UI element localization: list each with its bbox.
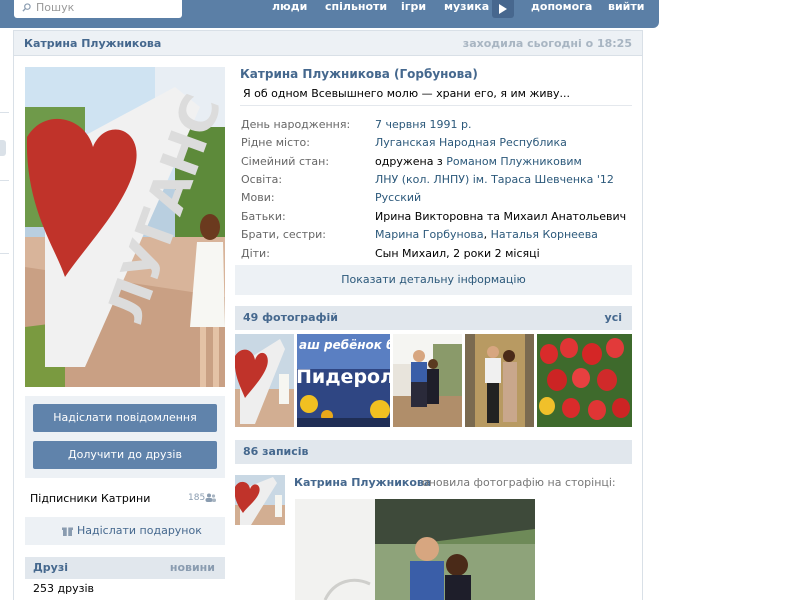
left-edge-tab[interactable] — [0, 140, 6, 156]
profile-header-name[interactable]: Катрина Плужникова — [24, 37, 161, 50]
info-divider — [240, 105, 632, 106]
photo-word: Пидерол — [297, 366, 390, 388]
post-author-avatar[interactable] — [235, 475, 285, 525]
photos-title[interactable]: 49 фотографій — [243, 311, 338, 324]
search-placeholder: Пошук — [36, 1, 75, 14]
info-label: День народження: — [241, 118, 351, 131]
friends-news-link[interactable]: новини — [170, 561, 215, 574]
left-edge-divider — [0, 253, 9, 254]
top-bar: Пошук люди спільноти ігри музика допомог… — [0, 0, 659, 28]
hometown-link[interactable]: Луганская Народная Республика — [375, 136, 567, 149]
photo-thumbnail[interactable]: аш ребёнок буд Пидерол — [297, 334, 390, 427]
profile-status[interactable]: Я об одном Всевышнего молю — храни его, … — [243, 87, 570, 100]
send-gift-label: Надіслати подарунок — [77, 524, 202, 537]
gift-icon — [62, 527, 73, 536]
education-link[interactable]: ЛНУ (кол. ЛНПУ) ім. Тараса Шевченка '12 — [375, 173, 614, 186]
nav-communities[interactable]: спільноти — [325, 0, 387, 14]
friends-count[interactable]: 253 друзів — [33, 582, 94, 595]
photo-thumbnail[interactable] — [465, 334, 534, 427]
photos-section-header: 49 фотографій усі — [235, 306, 632, 330]
photo-image — [465, 334, 534, 427]
friends-title[interactable]: Друзі — [33, 561, 68, 574]
followers-link[interactable]: Підписники Катрини — [30, 492, 150, 505]
send-gift-button[interactable]: Надіслати подарунок — [25, 517, 225, 545]
followers-count: 185 — [188, 493, 206, 503]
search-input[interactable]: Пошук — [14, 0, 182, 18]
info-label: Батьки: — [241, 210, 286, 223]
language-link[interactable]: Русский — [375, 191, 421, 204]
post-photo-image — [295, 499, 535, 600]
relationship-prefix: одружена з — [375, 155, 447, 168]
friends-section-header: Друзі новини — [25, 557, 225, 579]
sibling-link[interactable]: Наталья Корнеева — [491, 228, 598, 241]
avatar-photo: ЛУГАНС — [25, 67, 225, 387]
users-icon — [205, 493, 216, 502]
photo-thumbnail[interactable] — [393, 334, 462, 427]
photo-image — [235, 334, 294, 427]
info-label: Брати, сестри: — [241, 228, 326, 241]
add-friend-button[interactable]: Долучити до друзів — [33, 441, 217, 469]
post-photo[interactable] — [295, 499, 535, 600]
wall-section-header: 86 записів — [235, 440, 632, 464]
children-value: Сын Михаил, 2 роки 2 місяці — [375, 247, 540, 260]
left-edge-divider — [0, 180, 9, 181]
arrow-right-icon — [499, 4, 507, 14]
photo-image — [393, 334, 462, 427]
send-message-button[interactable]: Надіслати повідомлення — [33, 404, 217, 432]
profile-full-name: Катрина Плужникова (Горбунова) — [240, 67, 478, 81]
nav-music[interactable]: музика — [444, 0, 489, 14]
photo-thumbnail[interactable] — [537, 334, 632, 427]
post-author-name[interactable]: Катрина Плужникова — [294, 476, 431, 489]
photo-image — [537, 334, 632, 427]
info-label: Рідне місто: — [241, 136, 310, 149]
profile-header-bar: Катрина Плужникова заходила сьогодні о 1… — [14, 30, 642, 56]
photo-caption: аш ребёнок буд — [299, 338, 390, 352]
photo-thumbnail[interactable] — [235, 334, 294, 427]
show-details-button[interactable]: Показати детальну інформацію — [235, 265, 632, 295]
birthday-link[interactable]: 7 червня 1991 р. — [375, 118, 472, 131]
nav-logout[interactable]: вийти — [608, 0, 644, 14]
left-edge-divider — [0, 112, 9, 113]
relationship-value: одружена з Романом Плужниковим — [375, 155, 582, 168]
sibling-link[interactable]: Марина Горбунова — [375, 228, 484, 241]
info-label: Сімейний стан: — [241, 155, 330, 168]
separator: , — [483, 228, 491, 241]
info-label: Освіта: — [241, 173, 283, 186]
wall-title[interactable]: 86 записів — [243, 445, 309, 458]
spouse-link[interactable]: Романом Плужниковим — [446, 155, 582, 168]
post-action-text: оновила фотографію на сторінці: — [422, 476, 616, 489]
info-label: Діти: — [241, 247, 270, 260]
parents-value: Ирина Викторовна та Михаил Анатольевич — [375, 210, 627, 223]
nav-games[interactable]: ігри — [401, 0, 426, 14]
photos-all-link[interactable]: усі — [605, 311, 622, 324]
nav-help[interactable]: допомога — [531, 0, 592, 14]
nav-more-button[interactable] — [492, 0, 514, 18]
last-seen-status: заходила сьогодні о 18:25 — [462, 37, 632, 50]
siblings-value: Марина Горбунова, Наталья Корнеева — [375, 228, 598, 241]
nav-people[interactable]: люди — [272, 0, 307, 14]
profile-avatar[interactable]: ЛУГАНС — [25, 67, 225, 387]
search-icon — [22, 3, 31, 12]
info-label: Мови: — [241, 191, 275, 204]
post-avatar-image — [235, 475, 285, 525]
